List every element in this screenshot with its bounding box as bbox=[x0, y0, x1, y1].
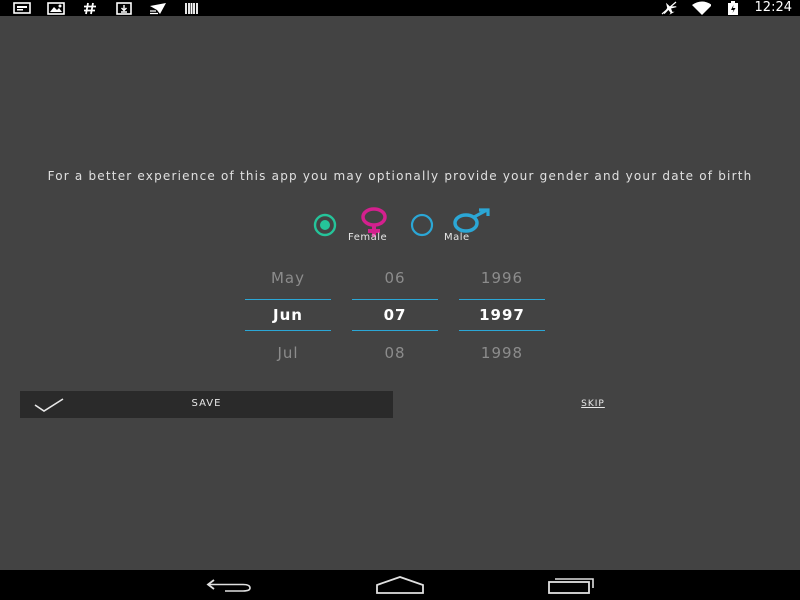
month-picker[interactable]: May Jun Jul bbox=[245, 262, 331, 370]
notification-card-icon bbox=[12, 2, 32, 15]
intro-text: For a better experience of this app you … bbox=[47, 169, 753, 183]
wifi-icon bbox=[691, 1, 711, 15]
gender-selector: Female Male bbox=[0, 205, 800, 245]
year-next[interactable]: 1998 bbox=[459, 344, 545, 362]
skip-link[interactable]: SKIP bbox=[560, 399, 626, 409]
month-next[interactable]: Jul bbox=[245, 344, 331, 362]
day-divider-top bbox=[352, 299, 438, 300]
day-next[interactable]: 08 bbox=[352, 344, 438, 362]
month-prev[interactable]: May bbox=[245, 269, 331, 287]
male-radio[interactable] bbox=[410, 213, 434, 237]
battery-icon bbox=[723, 1, 743, 15]
day-divider-bottom bbox=[352, 330, 438, 331]
download-icon bbox=[114, 1, 134, 15]
month-divider-bottom bbox=[245, 330, 331, 331]
day-prev[interactable]: 06 bbox=[352, 269, 438, 287]
year-divider-top bbox=[459, 299, 545, 300]
airplane-notification-icon bbox=[148, 2, 168, 15]
year-divider-bottom bbox=[459, 330, 545, 331]
barcode-icon bbox=[182, 2, 202, 15]
female-label: Female bbox=[348, 232, 388, 243]
month-current: Jun bbox=[273, 306, 303, 324]
recent-apps-icon[interactable] bbox=[546, 574, 596, 596]
airplane-mode-icon bbox=[659, 1, 679, 15]
female-radio[interactable] bbox=[313, 213, 337, 237]
day-current: 07 bbox=[383, 306, 407, 324]
clock: 12:24 bbox=[754, 0, 792, 15]
navigation-bar bbox=[0, 570, 800, 600]
gallery-icon bbox=[46, 1, 66, 15]
year-prev[interactable]: 1996 bbox=[459, 269, 545, 287]
status-bar: 12:24 bbox=[0, 0, 800, 16]
day-picker[interactable]: 06 07 08 bbox=[352, 262, 438, 370]
year-current: 1997 bbox=[479, 306, 525, 324]
year-picker[interactable]: 1996 1997 1998 bbox=[459, 262, 545, 370]
system-icons: 12:24 bbox=[659, 0, 792, 16]
male-symbol-icon[interactable] bbox=[451, 208, 491, 234]
month-divider-top bbox=[245, 299, 331, 300]
save-label: SAVE bbox=[191, 398, 222, 409]
male-label: Male bbox=[444, 232, 470, 243]
notification-icons bbox=[12, 1, 202, 15]
back-icon[interactable] bbox=[204, 574, 254, 596]
hash-icon bbox=[80, 2, 100, 15]
save-button[interactable]: SAVE bbox=[20, 391, 393, 418]
home-icon[interactable] bbox=[375, 574, 425, 596]
